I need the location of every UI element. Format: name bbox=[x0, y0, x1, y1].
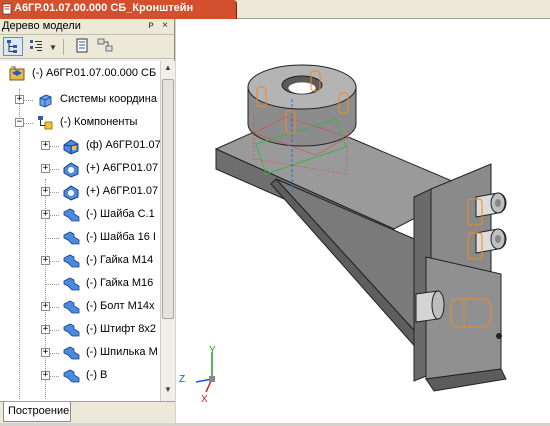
tree-item-label: (-) Болт М14х bbox=[86, 300, 155, 312]
document-tab-bar: А6ГР.01.07.00.000 СБ_Кронштейн bbox=[0, 0, 550, 19]
list-view-icon bbox=[30, 40, 42, 51]
tree-item-label: (ф) А6ГР.01.07 bbox=[86, 139, 160, 151]
relations-button[interactable] bbox=[96, 37, 116, 56]
document-list-icon bbox=[76, 38, 88, 53]
tree-scrollbar[interactable]: ▲ ▼ bbox=[160, 61, 175, 401]
tree-root[interactable]: (-) А6ГР.01.07.00.000 СБ К bbox=[0, 63, 160, 85]
part-icon bbox=[63, 139, 79, 155]
expand-toggle[interactable]: + bbox=[41, 141, 50, 150]
tree-item-components[interactable]: − (-) Компоненты bbox=[0, 112, 160, 134]
components-folder-icon bbox=[38, 116, 53, 130]
chevron-down-icon[interactable]: ▼ bbox=[49, 43, 57, 52]
standard-part-icon bbox=[63, 208, 80, 222]
tree-item-label: (-) Шайба 16 I bbox=[86, 231, 156, 243]
assembly-icon bbox=[9, 66, 25, 81]
tree-item-nut[interactable]: + (-) Гайка М14 bbox=[0, 250, 160, 272]
panel-title: Дерево модели bbox=[2, 20, 81, 32]
model-tree-panel: Дерево модели ᴘ × ▼ (-) А6ГР.01.07.00.00… bbox=[0, 19, 175, 423]
expand-toggle[interactable]: + bbox=[41, 187, 50, 196]
axis-label-x: X bbox=[201, 394, 208, 405]
properties-button[interactable] bbox=[73, 37, 93, 56]
panel-tabs: Построение bbox=[0, 401, 175, 423]
tree-item-label: (-) Гайка М14 bbox=[86, 254, 154, 266]
standard-part-icon bbox=[63, 254, 80, 268]
model-tree: (-) А6ГР.01.07.00.000 СБ К + Системы коо… bbox=[0, 61, 160, 401]
part-icon bbox=[63, 185, 79, 201]
expand-toggle[interactable]: + bbox=[15, 95, 24, 104]
tree-structure-icon bbox=[7, 40, 17, 53]
expand-toggle[interactable]: + bbox=[41, 348, 50, 357]
tree-item-label: (-) Гайка М16 bbox=[86, 277, 154, 289]
tree-item-bolt[interactable]: + (-) Болт М14х bbox=[0, 296, 160, 318]
tree-item-part[interactable]: + (ф) А6ГР.01.07 bbox=[0, 135, 160, 157]
tree-view-mode-button[interactable] bbox=[28, 37, 48, 56]
tree-item-label: (-) В bbox=[86, 369, 108, 381]
tree-item-nut[interactable]: (-) Гайка М16 bbox=[0, 273, 160, 295]
relations-icon bbox=[97, 38, 113, 52]
tree-item-stud[interactable]: + (-) Шпилька M bbox=[0, 342, 160, 364]
axis-label-z: Z bbox=[179, 374, 185, 385]
tab-construction[interactable]: Построение bbox=[3, 402, 71, 422]
standard-part-icon bbox=[63, 369, 80, 383]
panel-header: Дерево модели ᴘ × bbox=[0, 19, 174, 35]
standard-part-icon bbox=[63, 277, 80, 291]
close-icon[interactable]: × bbox=[159, 20, 171, 31]
coordinate-system-icon bbox=[39, 94, 52, 108]
expand-toggle[interactable]: + bbox=[41, 210, 50, 219]
tree-item-coordinate-systems[interactable]: + Системы координа bbox=[0, 89, 160, 111]
standard-part-icon bbox=[63, 346, 80, 360]
collapse-toggle[interactable]: − bbox=[15, 118, 24, 127]
document-icon bbox=[2, 3, 12, 15]
scroll-up-icon[interactable]: ▲ bbox=[162, 63, 174, 77]
expand-toggle[interactable]: + bbox=[41, 325, 50, 334]
standard-part-icon bbox=[63, 323, 80, 337]
tree-item-label: (-) Шайба С.1 bbox=[86, 208, 155, 220]
panel-toolbar: ▼ bbox=[0, 35, 174, 59]
tree-item-washer[interactable]: + (-) Шайба С.1 bbox=[0, 204, 160, 226]
tree-root-label: (-) А6ГР.01.07.00.000 СБ К bbox=[32, 67, 160, 79]
tree-item-label: (+) А6ГР.01.07 ≡ bbox=[86, 185, 160, 197]
scrollbar-thumb[interactable] bbox=[162, 79, 174, 319]
expand-toggle[interactable]: + bbox=[41, 164, 50, 173]
document-tab-title: А6ГР.01.07.00.000 СБ_Кронштейн bbox=[14, 2, 194, 14]
tree-item-washer[interactable]: (-) Шайба 16 I bbox=[0, 227, 160, 249]
tree-item-partial[interactable]: + (-) В bbox=[0, 365, 160, 387]
pin-icon[interactable]: ᴘ bbox=[145, 20, 157, 31]
standard-part-icon bbox=[63, 231, 80, 245]
toolbar-separator bbox=[63, 39, 64, 55]
axis-triad bbox=[195, 352, 215, 393]
tree-item-part[interactable]: + (+) А6ГР.01.07 ≡ bbox=[0, 181, 160, 203]
axis-label-y: Y bbox=[209, 345, 216, 356]
tree-structure-button[interactable] bbox=[3, 37, 23, 56]
expand-toggle[interactable]: + bbox=[41, 371, 50, 380]
tree-item-part[interactable]: + (+) А6ГР.01.07 bbox=[0, 158, 160, 180]
standard-part-icon bbox=[63, 300, 80, 314]
assembly-model: Y Z X bbox=[179, 64, 507, 405]
expand-toggle[interactable]: + bbox=[41, 302, 50, 311]
tree-item-label: Системы координа bbox=[60, 93, 157, 105]
tree-item-label: (-) Штифт 8х2 bbox=[86, 323, 156, 335]
scroll-down-icon[interactable]: ▼ bbox=[162, 385, 174, 399]
tree-item-label: (-) Шпилька M bbox=[86, 346, 158, 358]
3d-viewport[interactable]: Y Z X bbox=[176, 19, 550, 423]
part-icon bbox=[63, 162, 79, 178]
expand-toggle[interactable]: + bbox=[41, 256, 50, 265]
tree-item-pin[interactable]: + (-) Штифт 8х2 bbox=[0, 319, 160, 341]
document-tab[interactable]: А6ГР.01.07.00.000 СБ_Кронштейн bbox=[0, 0, 237, 19]
cylinder-boss bbox=[247, 64, 357, 147]
tree-item-label: (+) А6ГР.01.07 bbox=[86, 162, 159, 174]
tree-item-label: (-) Компоненты bbox=[60, 116, 138, 128]
